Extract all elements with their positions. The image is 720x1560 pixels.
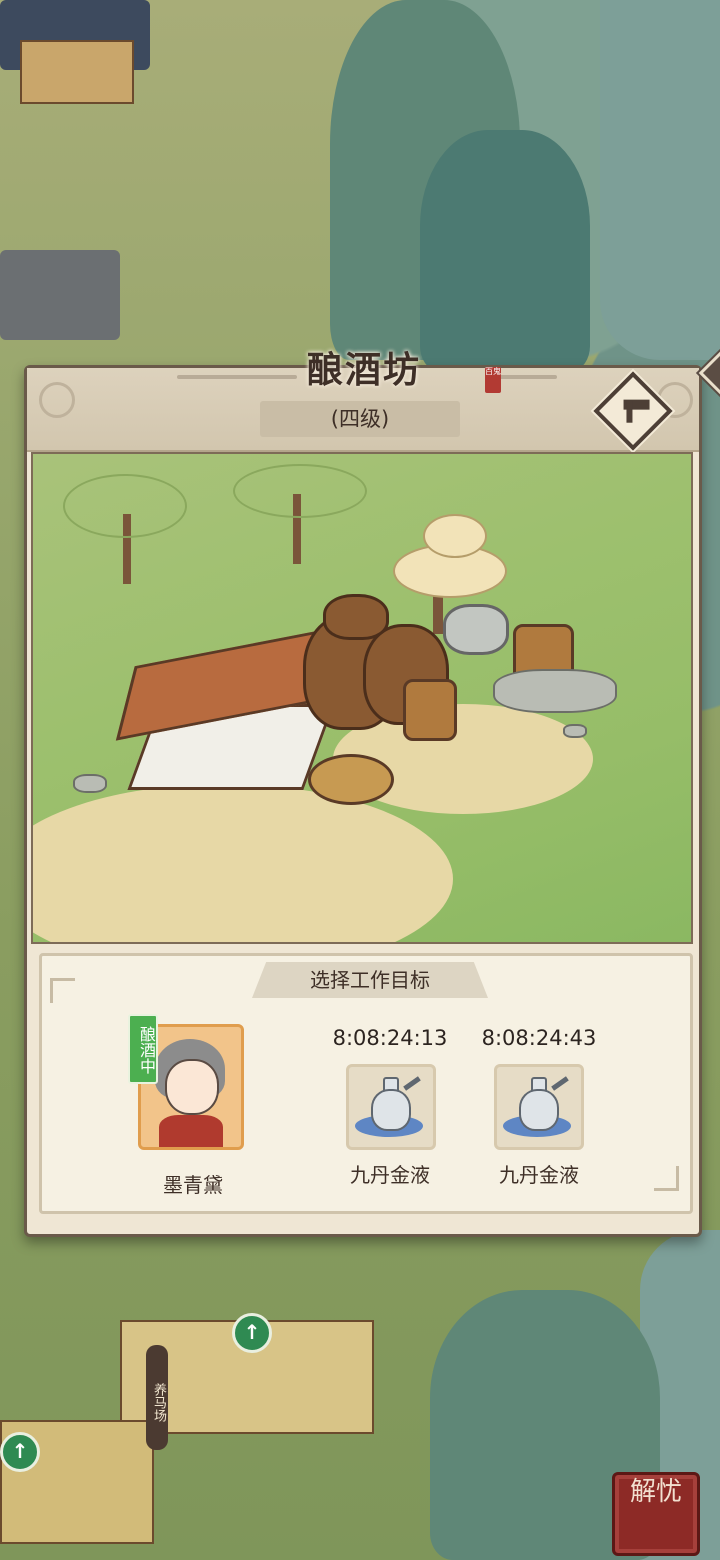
mash-vat bbox=[308, 754, 394, 805]
rock bbox=[73, 774, 107, 793]
tree bbox=[63, 474, 187, 538]
building-panel: 酿酒坊 百鬼 ? (四级) bbox=[24, 344, 720, 1237]
panel-header: 酿酒坊 百鬼 ? (四级) bbox=[27, 344, 720, 452]
mountain bbox=[420, 130, 590, 370]
worker-name: 墨青黛 bbox=[163, 1173, 223, 1197]
worker-slot[interactable]: 酿酒中 bbox=[128, 1014, 244, 1154]
product-name: 九丹金液 bbox=[499, 1163, 579, 1187]
product-slot[interactable] bbox=[494, 1064, 584, 1150]
house-roof bbox=[0, 250, 120, 340]
wine-jar bbox=[323, 594, 389, 640]
rock bbox=[563, 724, 587, 738]
wine-pot-icon bbox=[519, 1089, 559, 1131]
jieyou-seal-button[interactable]: 解忧 bbox=[612, 1472, 700, 1556]
corner-ornament bbox=[50, 978, 75, 1003]
build-hammer-button[interactable] bbox=[593, 371, 673, 451]
product-slot[interactable] bbox=[346, 1064, 436, 1150]
wine-pot-spout bbox=[403, 1076, 421, 1091]
wine-pot-icon bbox=[371, 1089, 411, 1131]
question-icon: ? bbox=[710, 356, 720, 390]
corner-ornament bbox=[39, 382, 75, 418]
dirt-path bbox=[33, 784, 453, 942]
work-target-panel: 选择工作目标 酿酒中 墨青黛 8:08:24:13 九丹金液 8:08:24:4… bbox=[39, 953, 693, 1214]
avatar-face bbox=[165, 1059, 219, 1115]
river bbox=[600, 0, 720, 360]
wooden-barrel bbox=[403, 679, 457, 741]
temple-building[interactable] bbox=[20, 40, 134, 104]
hammer-handle-icon bbox=[626, 400, 633, 423]
stable-label[interactable]: 养马场 bbox=[146, 1345, 168, 1450]
wine-pot-spout bbox=[551, 1076, 569, 1091]
avatar-robe bbox=[159, 1115, 223, 1147]
building-title: 酿酒坊 bbox=[307, 349, 422, 391]
blossom-tree bbox=[423, 514, 487, 558]
status-badge: 酿酒中 bbox=[128, 1014, 158, 1084]
product-timer: 8:08:24:13 bbox=[332, 1026, 448, 1050]
building-level: (四级) bbox=[260, 401, 460, 437]
brewery-scene bbox=[31, 452, 693, 944]
product-timer: 8:08:24:43 bbox=[481, 1026, 597, 1050]
title-ornament bbox=[177, 375, 297, 379]
title-stamp: 百鬼 bbox=[485, 367, 501, 393]
corner-ornament bbox=[654, 1166, 679, 1191]
tree bbox=[233, 464, 367, 518]
work-target-heading: 选择工作目标 bbox=[252, 962, 488, 998]
product-name: 九丹金液 bbox=[350, 1163, 430, 1187]
upgrade-arrow-icon[interactable]: ↑ bbox=[232, 1313, 272, 1353]
stone-well bbox=[443, 604, 509, 655]
stone-platform bbox=[493, 669, 617, 713]
upgrade-arrow-icon[interactable]: ↑ bbox=[0, 1432, 40, 1472]
